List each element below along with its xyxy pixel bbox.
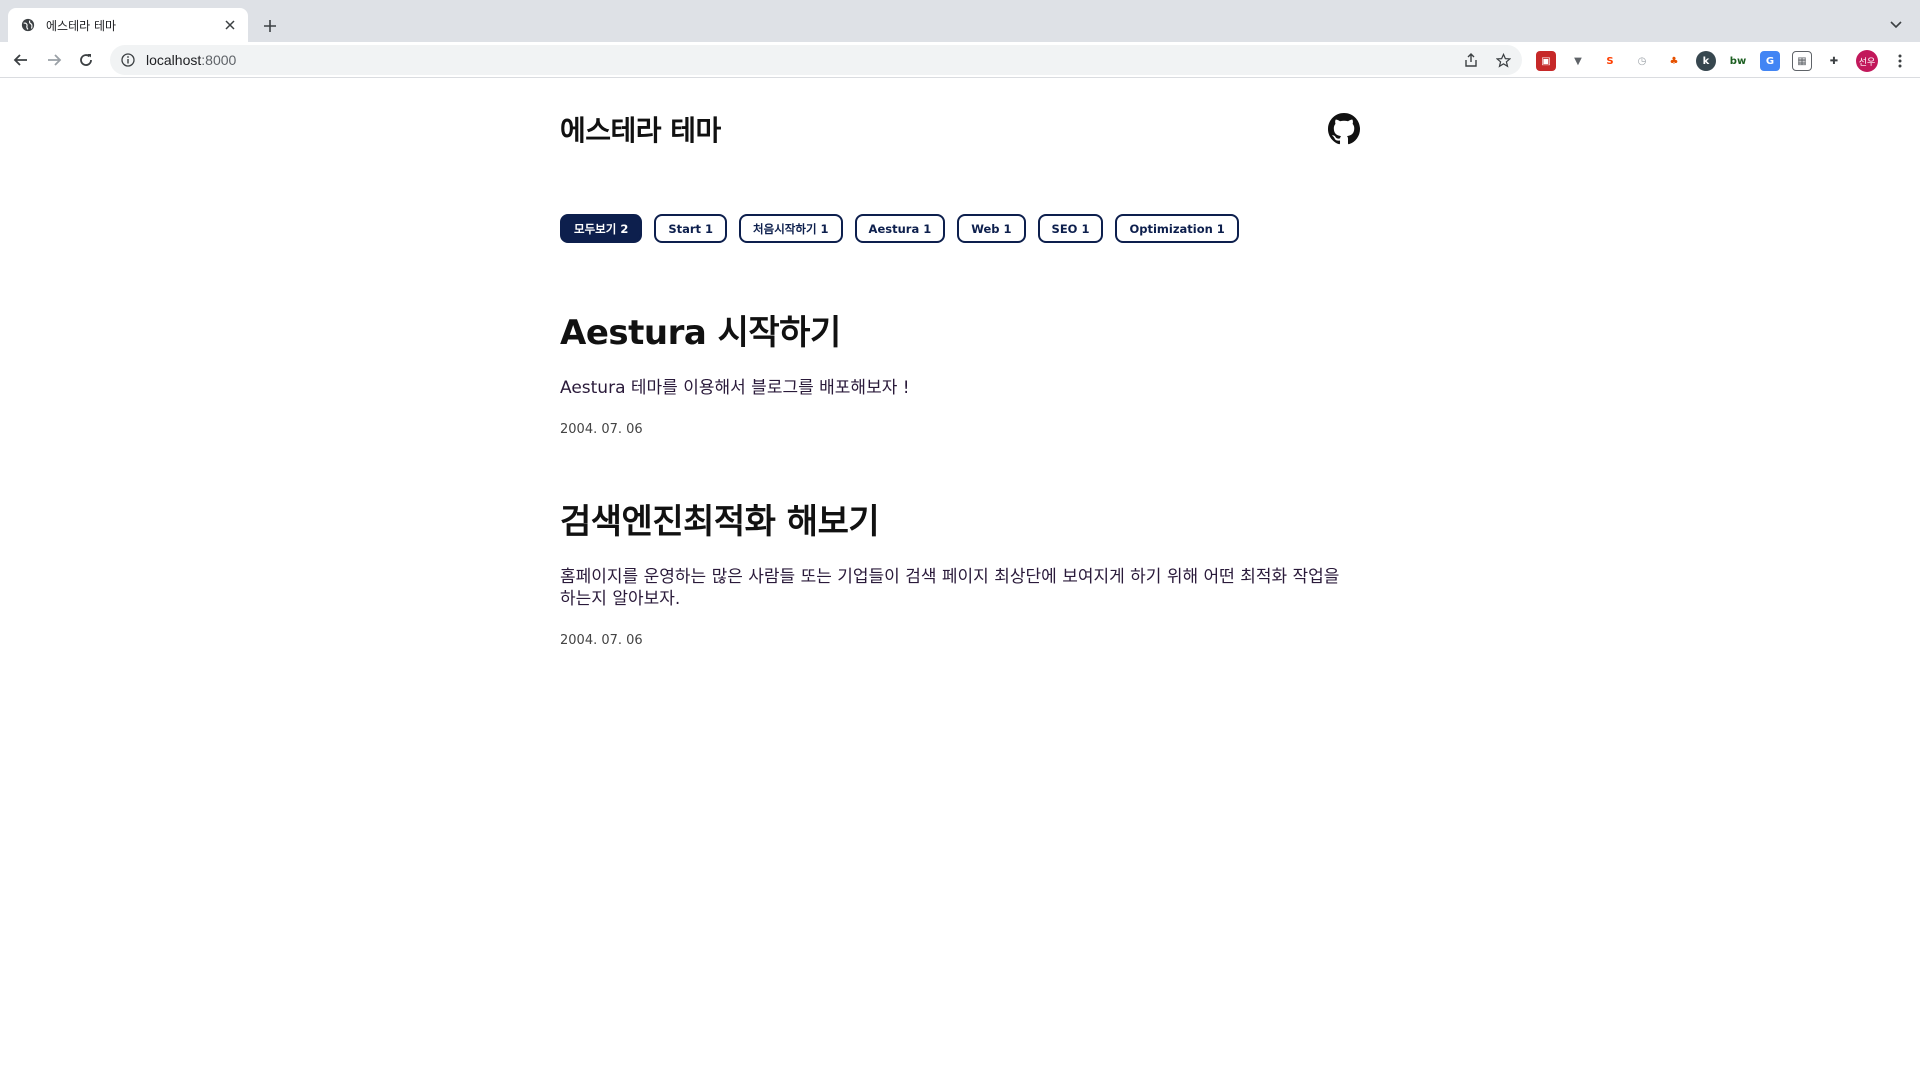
post-title[interactable]: 검색엔진최적화 해보기 — [560, 494, 1360, 543]
category-list: 모두보기 2 Start 1 처음시작하기 1 Aestura 1 Web 1 … — [560, 214, 1239, 243]
category-start[interactable]: Start 1 — [654, 214, 728, 243]
extension-box-icon[interactable]: ▦ — [1792, 51, 1812, 71]
extension-svelte-icon[interactable]: S — [1600, 51, 1620, 71]
github-icon[interactable] — [1328, 113, 1360, 145]
url-host: localhost — [146, 52, 202, 68]
extension-v-icon[interactable]: ▼ — [1568, 51, 1588, 71]
new-tab-button[interactable] — [258, 14, 282, 38]
browser-toolbar: localhost:8000 ▣ ▼ S ◷ ♣ k bw G ▦ ✚ 선우 — [0, 42, 1920, 78]
extensions-area: ▣ ▼ S ◷ ♣ k bw G ▦ ✚ 선우 — [1536, 50, 1910, 72]
post-description: Aestura 테마를 이용해서 블로그를 배포해보자 ! — [560, 378, 910, 398]
post-date: 2004. 07. 06 — [560, 633, 643, 648]
category-seo[interactable]: SEO 1 — [1037, 214, 1104, 243]
address-bar[interactable]: localhost:8000 — [110, 45, 1522, 75]
url-text: localhost:8000 — [146, 52, 236, 68]
extension-bw-icon[interactable]: bw — [1728, 51, 1748, 71]
category-getting-started[interactable]: 처음시작하기 1 — [739, 214, 843, 243]
post-card[interactable]: 검색엔진최적화 해보기 홈페이지를 운영하는 많은 사람들 또는 기업들이 검색… — [560, 494, 1360, 648]
chevron-down-icon[interactable] — [1884, 13, 1908, 37]
share-icon[interactable] — [1462, 51, 1480, 69]
browser-tabstrip: 에스테라 테마 — [0, 0, 1920, 42]
category-web[interactable]: Web 1 — [957, 214, 1026, 243]
extension-tree-icon[interactable]: ♣ — [1664, 51, 1684, 71]
category-aestura[interactable]: Aestura 1 — [854, 214, 946, 243]
translate-icon[interactable]: G — [1760, 51, 1780, 71]
avatar[interactable]: 선우 — [1856, 50, 1878, 72]
site-title[interactable]: 에스테라 테마 — [560, 109, 721, 149]
post-date: 2004. 07. 06 — [560, 422, 643, 437]
forward-arrow-icon[interactable] — [42, 48, 66, 72]
star-icon[interactable] — [1494, 51, 1512, 69]
globe-icon — [20, 17, 36, 33]
extension-clock-icon[interactable]: ◷ — [1632, 51, 1652, 71]
post-card[interactable]: Aestura 시작하기 Aestura 테마를 이용해서 블로그를 배포해보자… — [560, 305, 1360, 437]
info-icon[interactable] — [120, 52, 136, 68]
extension-red-icon[interactable]: ▣ — [1536, 51, 1556, 71]
post-title[interactable]: Aestura 시작하기 — [560, 305, 1360, 354]
category-optimization[interactable]: Optimization 1 — [1115, 214, 1239, 243]
browser-tab[interactable]: 에스테라 테마 — [8, 8, 248, 42]
url-port: :8000 — [201, 52, 237, 68]
category-all[interactable]: 모두보기 2 — [560, 214, 643, 243]
kebab-menu-icon[interactable] — [1890, 51, 1910, 71]
post-description: 홈페이지를 운영하는 많은 사람들 또는 기업들이 검색 페이지 최상단에 보여… — [560, 567, 1340, 609]
back-arrow-icon[interactable] — [9, 48, 33, 72]
tab-title: 에스테라 테마 — [46, 18, 117, 33]
reload-icon[interactable] — [74, 48, 98, 72]
extension-k-icon[interactable]: k — [1696, 51, 1716, 71]
page-viewport: 에스테라 테마 모두보기 2 Start 1 처음시작하기 1 Aestura … — [0, 79, 1920, 1080]
puzzle-icon[interactable]: ✚ — [1824, 51, 1844, 71]
close-icon[interactable] — [222, 17, 238, 33]
